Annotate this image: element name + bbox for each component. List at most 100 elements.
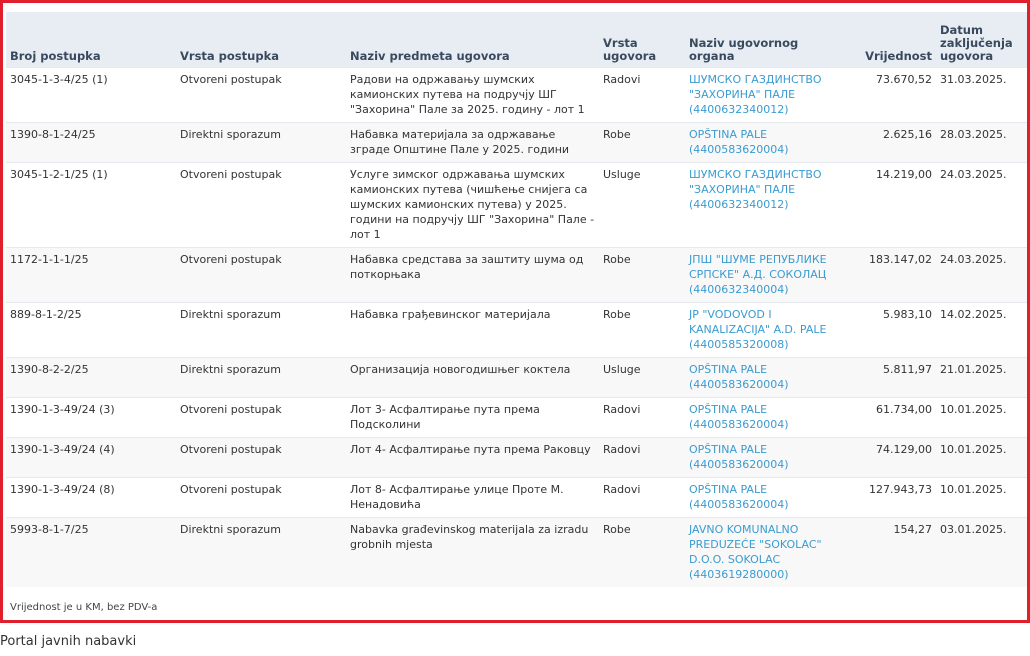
cell-broj: 3045-1-3-4/25 (1) [6, 67, 176, 123]
cell-vrsta-postupka: Direktni sporazum [176, 517, 346, 587]
organ-link[interactable]: OPŠTINA PALE (4400583620004) [689, 128, 789, 156]
table-row: 889-8-1-2/25 Direktni sporazum Набавка г… [6, 302, 1027, 358]
cell-vrsta-ugovora: Robe [599, 247, 685, 303]
organ-link[interactable]: OPŠTINA PALE (4400583620004) [689, 403, 789, 431]
cell-vrijednost: 5.811,97 [842, 357, 936, 398]
organ-link[interactable]: OPŠTINA PALE (4400583620004) [689, 443, 789, 471]
organ-link[interactable]: JAVNO KOMUNALNO PREDUZEĆE "SOKOLAC" D.O.… [689, 523, 822, 581]
cell-vrsta-postupka: Otvoreni postupak [176, 247, 346, 303]
cell-vrsta-ugovora: Radovi [599, 67, 685, 123]
cell-organ: OPŠTINA PALE (4400583620004) [685, 397, 842, 438]
organ-link[interactable]: ЈПШ "ШУМЕ РЕПУБЛИКЕ СРПСКЕ" А.Д. СОКОЛАЦ… [689, 253, 827, 296]
cell-broj: 889-8-1-2/25 [6, 302, 176, 358]
cell-datum: 28.03.2025. [936, 122, 1027, 163]
cell-vrijednost: 74.129,00 [842, 437, 936, 478]
cell-datum: 31.03.2025. [936, 67, 1027, 123]
cell-vrijednost: 61.734,00 [842, 397, 936, 438]
organ-link[interactable]: ШУМСКО ГАЗДИНСТВО "ЗАХОРИНА" ПАЛЕ (44006… [689, 168, 822, 211]
cell-broj: 1172-1-1-1/25 [6, 247, 176, 303]
cell-organ: JAVNO KOMUNALNO PREDUZEĆE "SOKOLAC" D.O.… [685, 517, 842, 587]
cell-vrsta-ugovora: Robe [599, 302, 685, 358]
procurement-table: Broj postupka Vrsta postupka Naziv predm… [6, 12, 1027, 587]
cell-broj: 1390-1-3-49/24 (8) [6, 477, 176, 518]
cell-vrsta-ugovora: Robe [599, 122, 685, 163]
organ-link[interactable]: OPŠTINA PALE (4400583620004) [689, 363, 789, 391]
table-row: 1390-1-3-49/24 (4) Otvoreni postupak Лот… [6, 437, 1027, 478]
cell-vrijednost: 127.943,73 [842, 477, 936, 518]
cell-broj: 1390-1-3-49/24 (4) [6, 437, 176, 478]
cell-organ: ШУМСКО ГАЗДИНСТВО "ЗАХОРИНА" ПАЛЕ (44006… [685, 162, 842, 248]
header-vrsta-postupka: Vrsta postupka [176, 12, 346, 68]
cell-broj: 1390-8-1-24/25 [6, 122, 176, 163]
cell-organ: JP "VODOVOD I KANALIZACIJA" A.D. PALE (4… [685, 302, 842, 358]
cell-naziv: Набавка средстава за заштиту шума од пот… [346, 247, 599, 303]
cell-vrsta-ugovora: Robe [599, 517, 685, 587]
cell-organ: ЈПШ "ШУМЕ РЕПУБЛИКЕ СРПСКЕ" А.Д. СОКОЛАЦ… [685, 247, 842, 303]
cell-naziv: Радови на одржавању шумских камионских п… [346, 67, 599, 123]
cell-vrsta-postupka: Direktni sporazum [176, 122, 346, 163]
cell-naziv: Набавка грађевинског материјала [346, 302, 599, 358]
cell-broj: 3045-1-2-1/25 (1) [6, 162, 176, 248]
cell-organ: OPŠTINA PALE (4400583620004) [685, 477, 842, 518]
cell-organ: OPŠTINA PALE (4400583620004) [685, 437, 842, 478]
cell-vrsta-ugovora: Radovi [599, 477, 685, 518]
cell-vrsta-postupka: Otvoreni postupak [176, 67, 346, 123]
cell-datum: 03.01.2025. [936, 517, 1027, 587]
organ-link[interactable]: JP "VODOVOD I KANALIZACIJA" A.D. PALE (4… [689, 308, 826, 351]
cell-datum: 24.03.2025. [936, 247, 1027, 303]
header-vrijednost: Vrijednost [842, 12, 936, 68]
cell-datum: 10.01.2025. [936, 477, 1027, 518]
cell-organ: ШУМСКО ГАЗДИНСТВО "ЗАХОРИНА" ПАЛЕ (44006… [685, 67, 842, 123]
cell-vrsta-ugovora: Usluge [599, 357, 685, 398]
table-row: 5993-8-1-7/25 Direktni sporazum Nabavka … [6, 517, 1027, 587]
cell-vrsta-postupka: Direktni sporazum [176, 357, 346, 398]
cell-naziv: Набавка материјала за одржавање зграде О… [346, 122, 599, 163]
cell-organ: OPŠTINA PALE (4400583620004) [685, 122, 842, 163]
cell-naziv: Лот 8- Асфалтирање улице Проте М. Ненадо… [346, 477, 599, 518]
cell-vrsta-ugovora: Radovi [599, 437, 685, 478]
cell-datum: 21.01.2025. [936, 357, 1027, 398]
organ-link[interactable]: OPŠTINA PALE (4400583620004) [689, 483, 789, 511]
cell-naziv: Nabavka građevinskog materijala za izrad… [346, 517, 599, 587]
cell-vrijednost: 5.983,10 [842, 302, 936, 358]
cell-vrijednost: 73.670,52 [842, 67, 936, 123]
header-vrsta-ugovora: Vrsta ugovora [599, 12, 685, 68]
cell-datum: 14.02.2025. [936, 302, 1027, 358]
table-row: 3045-1-3-4/25 (1) Otvoreni postupak Радо… [6, 67, 1027, 123]
table-row: 1390-1-3-49/24 (8) Otvoreni postupak Лот… [6, 477, 1027, 518]
cell-vrsta-ugovora: Radovi [599, 397, 685, 438]
organ-link[interactable]: ШУМСКО ГАЗДИНСТВО "ЗАХОРИНА" ПАЛЕ (44006… [689, 73, 822, 116]
cell-vrijednost: 183.147,02 [842, 247, 936, 303]
header-broj-postupka: Broj postupka [6, 12, 176, 68]
cell-naziv: Организација новогодишњег коктела [346, 357, 599, 398]
cell-datum: 24.03.2025. [936, 162, 1027, 248]
cell-vrsta-postupka: Otvoreni postupak [176, 162, 346, 248]
currency-note: Vrijednost je u KM, bez PDV-a [10, 602, 158, 613]
table-row: 1390-8-1-24/25 Direktni sporazum Набавка… [6, 122, 1027, 163]
cell-vrsta-ugovora: Usluge [599, 162, 685, 248]
header-datum: Datum zaključenja ugovora [936, 12, 1027, 68]
cell-datum: 10.01.2025. [936, 397, 1027, 438]
cell-datum: 10.01.2025. [936, 437, 1027, 478]
table-row: 1172-1-1-1/25 Otvoreni postupak Набавка … [6, 247, 1027, 303]
footer-label: Portal javnih nabavki [0, 634, 137, 649]
cell-organ: OPŠTINA PALE (4400583620004) [685, 357, 842, 398]
cell-vrijednost: 154,27 [842, 517, 936, 587]
cell-naziv: Лот 3- Асфалтирање пута према Подсколини [346, 397, 599, 438]
table-header-row: Broj postupka Vrsta postupka Naziv predm… [6, 12, 1027, 68]
header-naziv-predmeta: Naziv predmeta ugovora [346, 12, 599, 68]
cell-vrsta-postupka: Direktni sporazum [176, 302, 346, 358]
cell-vrijednost: 2.625,16 [842, 122, 936, 163]
cell-naziv: Услуге зимског одржавања шумских камионс… [346, 162, 599, 248]
cell-broj: 1390-8-2-2/25 [6, 357, 176, 398]
cell-broj: 5993-8-1-7/25 [6, 517, 176, 587]
cell-vrijednost: 14.219,00 [842, 162, 936, 248]
header-ugovorni-organ: Naziv ugovornog organa [685, 12, 842, 68]
table-row: 1390-1-3-49/24 (3) Otvoreni postupak Лот… [6, 397, 1027, 438]
cell-vrsta-postupka: Otvoreni postupak [176, 437, 346, 478]
cell-vrsta-postupka: Otvoreni postupak [176, 397, 346, 438]
cell-naziv: Лот 4- Асфалтирање пута према Раковцу [346, 437, 599, 478]
widget-frame: Broj postupka Vrsta postupka Naziv predm… [0, 0, 1030, 623]
cell-broj: 1390-1-3-49/24 (3) [6, 397, 176, 438]
table-row: 3045-1-2-1/25 (1) Otvoreni postupak Услу… [6, 162, 1027, 248]
